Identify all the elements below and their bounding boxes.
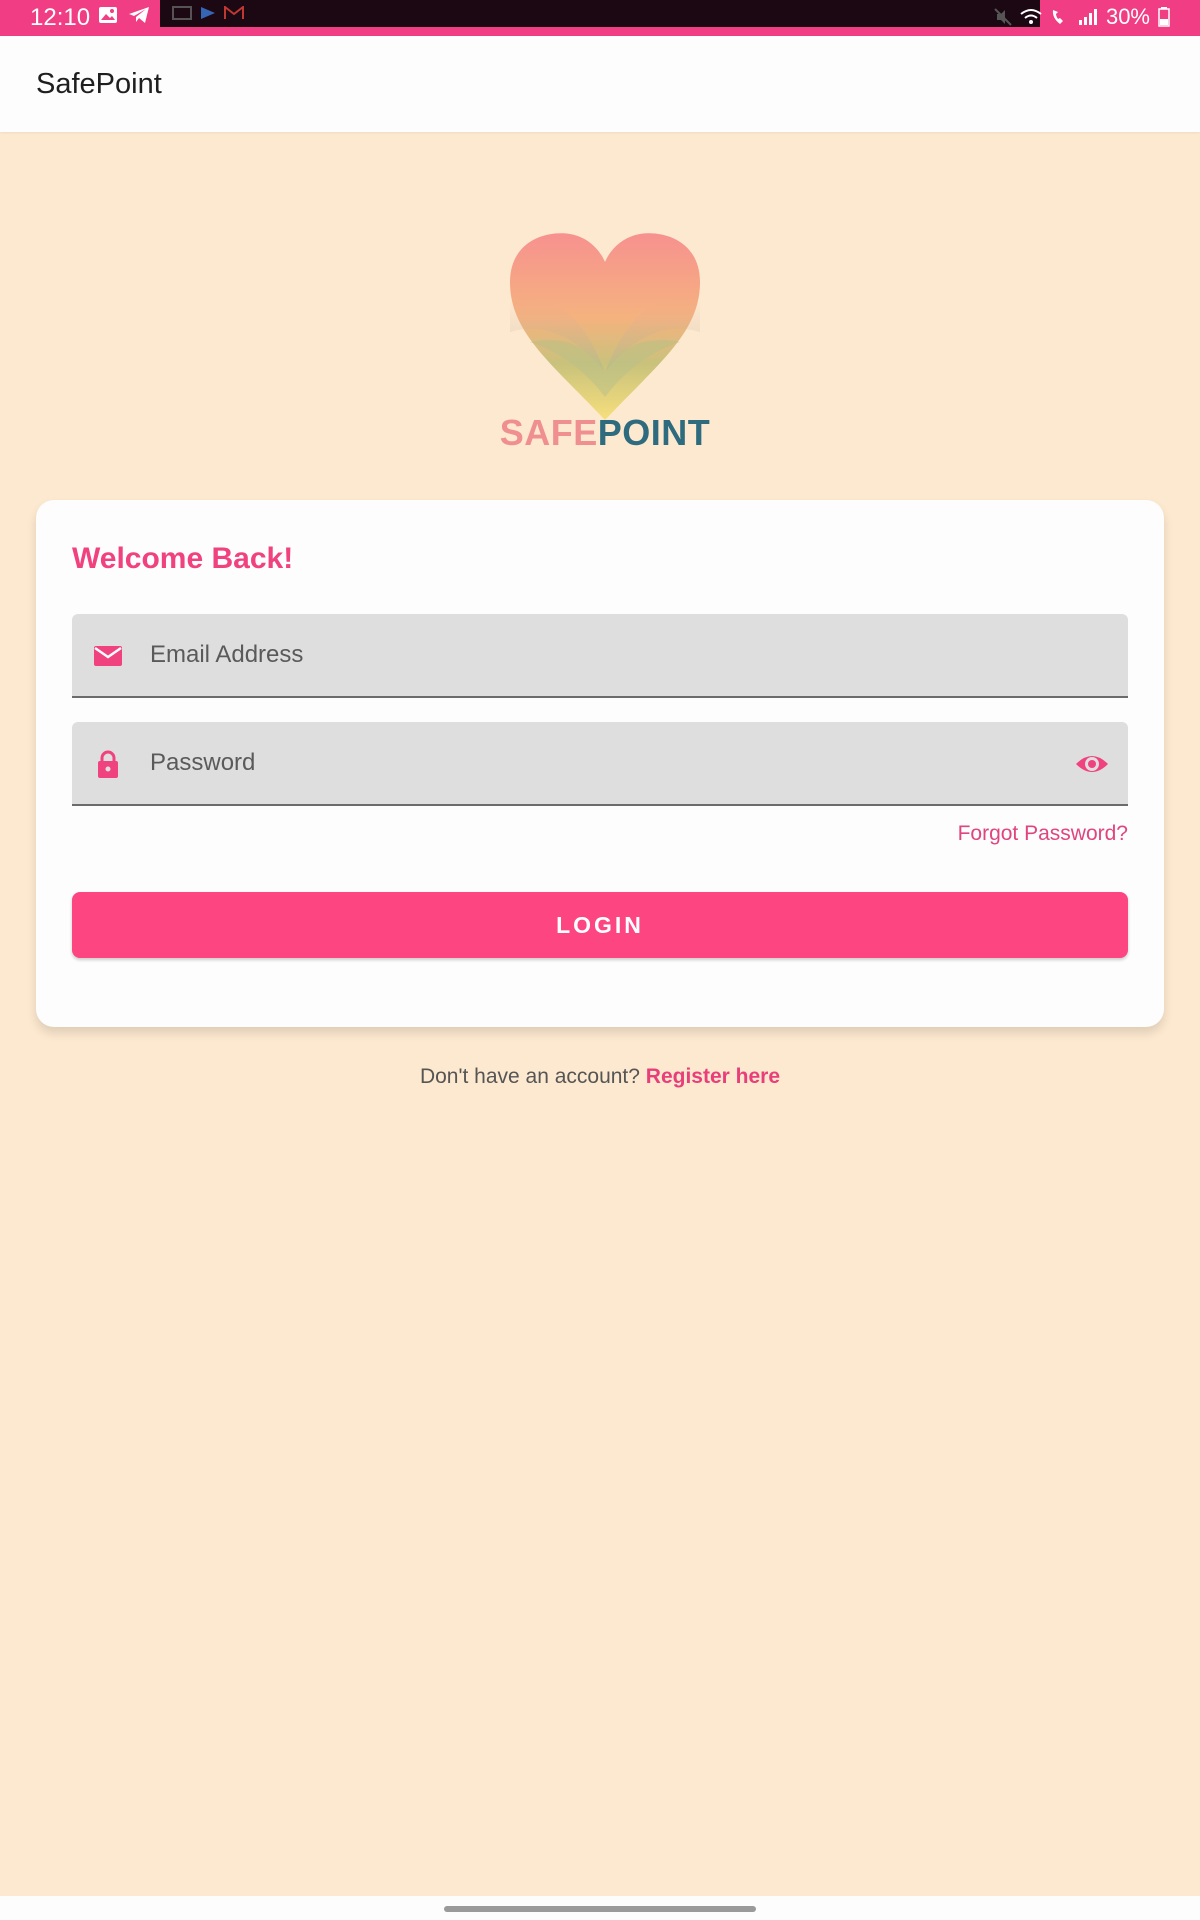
app-bar: SafePoint: [0, 36, 1200, 132]
status-time: 12:10: [30, 4, 91, 31]
app-title: SafePoint: [36, 68, 162, 100]
forgot-password-link[interactable]: Forgot Password?: [958, 822, 1128, 846]
status-system-icons: 30%: [994, 4, 1170, 30]
wifi-call-icon: [1052, 10, 1063, 24]
signal-icon: [1078, 9, 1097, 25]
mail-icon: [94, 646, 122, 666]
lock-icon: [98, 750, 118, 778]
wifi-icon: [1020, 9, 1042, 24]
login-card: Welcome Back! Forgot Password? LOGIN: [36, 500, 1164, 1027]
welcome-title: Welcome Back!: [72, 542, 294, 575]
password-input[interactable]: [150, 722, 1050, 804]
login-button[interactable]: LOGIN: [72, 892, 1128, 958]
register-link[interactable]: Register here: [646, 1065, 780, 1088]
send-app-icon: [201, 7, 215, 19]
logo-text-point: POINT: [597, 412, 711, 453]
gmail-icon: [224, 6, 244, 19]
mute-icon: [994, 8, 1012, 26]
mail-app-icon: [172, 6, 192, 20]
logo-text-safe: SAFE: [499, 412, 598, 453]
status-notification-icons: [98, 6, 150, 24]
eye-icon[interactable]: [1074, 750, 1110, 778]
telegram-icon: [129, 7, 149, 23]
email-input[interactable]: [150, 614, 1050, 696]
heart-logo-icon: [510, 233, 700, 420]
safepoint-logo: SAFEPOINT: [490, 222, 720, 454]
email-field[interactable]: [72, 614, 1128, 698]
home-indicator[interactable]: [444, 1906, 756, 1912]
logo-wordmark: SAFEPOINT: [490, 412, 720, 454]
navigation-bar: [0, 1896, 1200, 1920]
status-app-icons: [172, 6, 244, 20]
status-bar: 12:10 30%: [0, 0, 1200, 36]
register-prompt-text: Don't have an account?: [419, 1065, 640, 1088]
battery-percent: 30%: [1105, 4, 1150, 29]
password-field[interactable]: [72, 722, 1128, 806]
gallery-icon: [99, 7, 117, 23]
battery-icon: [1158, 7, 1170, 27]
status-bar-notification-area: [160, 0, 1040, 27]
register-prompt: Don't have an account? Register here: [0, 1065, 1200, 1089]
